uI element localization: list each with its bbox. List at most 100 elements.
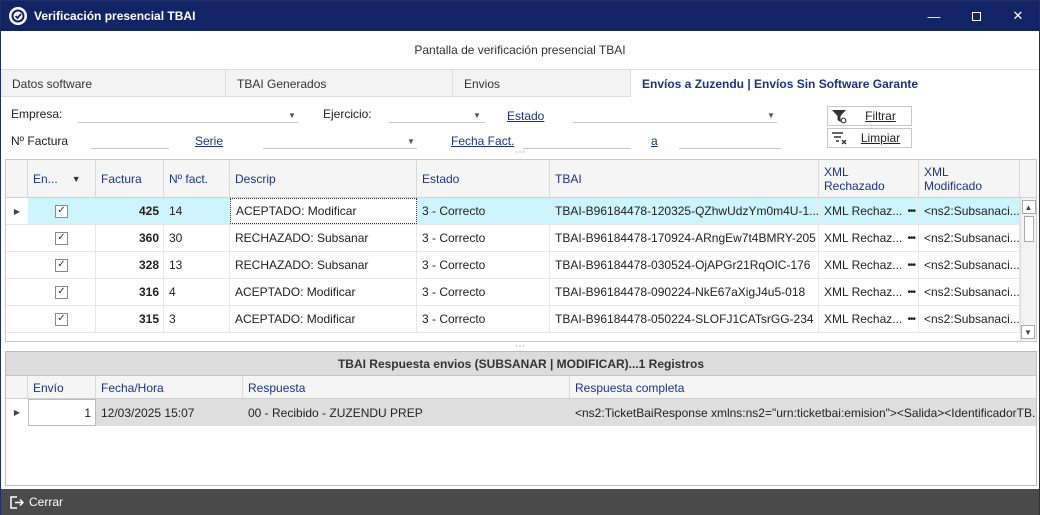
table-scrollbar[interactable]: ▲ ▼ [1020,198,1036,341]
header-xml-modificado[interactable]: XML Modificado [919,160,1020,198]
cell-xml-rech[interactable]: XML Rechaz... ••• [819,279,919,305]
fecha-desde-input[interactable] [523,131,631,149]
scrollbar-thumb[interactable] [1023,216,1034,242]
cell-descrip[interactable]: RECHAZADO: Subsanar [230,252,417,278]
page-title: Pantalla de verificación presencial TBAI [414,43,626,57]
header-fecha-hora[interactable]: Fecha/Hora [96,376,243,399]
cell-enviado[interactable]: ✓ [28,225,96,251]
tab-datos-software[interactable]: Datos software [1,70,226,97]
checkbox[interactable]: ✓ [55,204,68,218]
ellipsis-button-icon[interactable]: ••• [907,314,915,325]
respuesta-row[interactable]: ▶ 1 12/03/2025 15:07 00 - Recibido - ZUZ… [6,399,1036,426]
ellipsis-button-icon[interactable]: ••• [907,233,915,244]
tab-envios[interactable]: Envios [453,70,631,97]
cell-factura[interactable]: 315 [96,306,164,332]
cell-factura[interactable]: 425 [96,198,164,224]
cell-xml-mod[interactable]: <ns2:Subsanaci... [919,279,1020,305]
header-tbai[interactable]: TBAI [550,160,819,198]
ejercicio-select[interactable] [389,105,485,123]
checkbox[interactable]: ✓ [55,312,68,326]
cell-estado[interactable]: 3 - Correcto [417,225,550,251]
scroll-down-icon[interactable]: ▼ [1021,325,1035,339]
cell-enviado[interactable]: ✓ [28,252,96,278]
serie-select[interactable] [263,131,417,149]
cell-enviado[interactable]: ✓ [28,198,96,224]
cell-factura[interactable]: 328 [96,252,164,278]
checkbox[interactable]: ✓ [55,285,68,299]
cell-xml-mod[interactable]: <ns2:Subsanaci... [919,252,1020,278]
cell-tbai[interactable]: TBAI-B96184478-030524-OjAPGr21RqOIC-176 [550,252,819,278]
cell-factura-text: 315 [138,312,159,326]
table-row[interactable]: ▶ ✓ 425 14 ACEPTADO: Modificar 3 - Correcto TB… [6,198,1020,225]
maximize-button[interactable] [955,1,997,31]
nfactura-input[interactable] [91,131,169,149]
estado-select[interactable] [573,105,777,123]
cell-xml-mod[interactable]: <ns2:Subsanaci... [919,225,1020,251]
header-respuesta-completa[interactable]: Respuesta completa [570,376,1036,399]
cell-enviado[interactable]: ✓ [28,306,96,332]
fecha-a-link[interactable]: a [651,134,658,148]
header-xml-rechazado[interactable]: XML Rechazado [819,160,919,198]
estado-link[interactable]: Estado [507,109,544,123]
cell-tbai[interactable]: TBAI-B96184478-090224-NkE67aXigJ4u5-018 [550,279,819,305]
cell-tbai[interactable]: TBAI-B96184478-170924-ARngEw7t4BMRY-205 [550,225,819,251]
cerrar-button[interactable]: Cerrar [1,489,63,515]
filtrar-button[interactable]: Filtrar [827,106,912,126]
cell-respuesta-completa[interactable]: <ns2:TicketBaiResponse xmlns:ns2="urn:ti… [570,399,1036,426]
tab-tbai-generados[interactable]: TBAI Generados [226,70,453,97]
scroll-up-icon[interactable]: ▲ [1021,200,1036,214]
limpiar-button[interactable]: Limpiar [827,128,912,148]
table-row[interactable]: ✓ 360 30 RECHAZADO: Subsanar 3 - Correcto TBA… [6,225,1020,252]
cell-tbai[interactable]: TBAI-B96184478-050224-SLOFJ1CATsrGG-234 [550,306,819,332]
header-envio[interactable]: Envío [28,376,96,399]
cell-estado[interactable]: 3 - Correcto [417,306,550,332]
cell-nfact[interactable]: 4 [164,279,230,305]
checkbox[interactable]: ✓ [55,258,68,272]
table-row[interactable]: ✓ 328 13 RECHAZADO: Subsanar 3 - Correcto TBA… [6,252,1020,279]
cell-xml-mod[interactable]: <ns2:Subsanaci... [919,306,1020,332]
fecha-fact-link[interactable]: Fecha Fact. [451,134,514,148]
fecha-hasta-input[interactable] [679,131,781,149]
header-enviado[interactable]: En... ▼ [28,160,96,198]
cell-factura[interactable]: 316 [96,279,164,305]
cell-tbai[interactable]: TBAI-B96184478-120325-QZhwUdzYm0m4U-1... [550,198,819,224]
cell-envio[interactable]: 1 [28,399,96,426]
cell-descrip[interactable]: ACEPTADO: Modificar [230,279,417,305]
cell-xml-rech[interactable]: XML Rechaz... ••• [819,306,919,332]
cell-respuesta[interactable]: 00 - Recibido - ZUZENDU PREP [243,399,570,426]
table-row[interactable]: ✓ 315 3 ACEPTADO: Modificar 3 - Correcto TBAI… [6,306,1020,333]
cell-descrip[interactable]: RECHAZADO: Subsanar [230,225,417,251]
checkbox[interactable]: ✓ [55,231,68,245]
ellipsis-button-icon[interactable]: ••• [907,260,915,271]
ellipsis-button-icon[interactable]: ••• [907,287,915,298]
header-descrip[interactable]: Descrip [230,160,417,198]
splitter-grip-icon[interactable]: ⋯ [515,147,526,158]
header-nfact[interactable]: Nº fact. [164,160,230,198]
cell-nfact[interactable]: 14 [164,198,230,224]
cell-xml-rech[interactable]: XML Rechaz... ••• [819,252,919,278]
cell-nfact[interactable]: 30 [164,225,230,251]
cell-estado[interactable]: 3 - Correcto [417,198,550,224]
tab-envios-zuzendu[interactable]: Envíos a Zuzendu | Envíos Sin Software G… [631,70,1039,97]
cell-descrip[interactable]: ACEPTADO: Modificar [230,198,417,224]
cell-factura[interactable]: 360 [96,225,164,251]
empresa-select[interactable] [78,105,298,123]
header-respuesta[interactable]: Respuesta [243,376,570,399]
minimize-button[interactable]: — [913,1,955,31]
serie-link[interactable]: Serie [195,134,223,148]
cell-nfact[interactable]: 3 [164,306,230,332]
cell-estado[interactable]: 3 - Correcto [417,279,550,305]
cell-fecha-hora[interactable]: 12/03/2025 15:07 [96,399,243,426]
close-window-button[interactable]: ✕ [997,1,1039,31]
ellipsis-button-icon[interactable]: ••• [907,206,915,217]
cell-enviado[interactable]: ✓ [28,279,96,305]
cell-xml-rech[interactable]: XML Rechaz... ••• [819,198,919,224]
header-estado[interactable]: Estado [417,160,550,198]
cell-xml-mod[interactable]: <ns2:Subsanaci... [919,198,1020,224]
cell-xml-rech[interactable]: XML Rechaz... ••• [819,225,919,251]
cell-estado[interactable]: 3 - Correcto [417,252,550,278]
header-factura[interactable]: Factura [96,160,164,198]
table-row[interactable]: ✓ 316 4 ACEPTADO: Modificar 3 - Correcto TBAI… [6,279,1020,306]
cell-descrip[interactable]: ACEPTADO: Modificar [230,306,417,332]
cell-nfact[interactable]: 13 [164,252,230,278]
